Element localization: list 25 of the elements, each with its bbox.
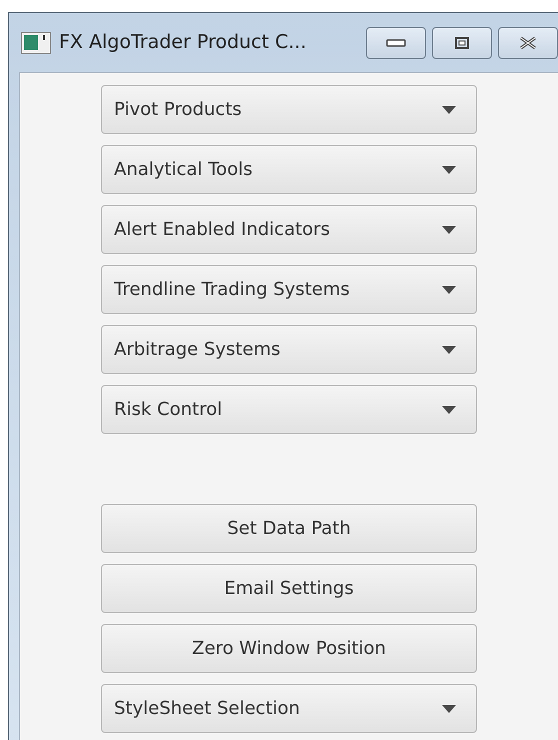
dropdown[interactable]: Alert Enabled Indicators — [101, 205, 477, 254]
caret-icon — [442, 286, 456, 294]
action-button[interactable]: Email Settings — [101, 564, 477, 613]
dropdown[interactable]: Arbitrage Systems — [101, 325, 477, 374]
caret-icon — [442, 406, 456, 414]
close-button[interactable] — [498, 26, 558, 58]
caret-icon — [442, 166, 456, 174]
dropdown[interactable]: Trendline Trading Systems — [101, 265, 477, 314]
window-title: FX AlgoTrader Product C... — [59, 30, 306, 56]
minimize-button[interactable] — [366, 26, 426, 58]
maximize-icon — [455, 36, 469, 48]
minimize-icon — [386, 38, 406, 46]
close-icon — [518, 36, 538, 50]
caret-icon — [442, 704, 456, 712]
dropdown[interactable]: StyleSheet Selection — [101, 684, 477, 733]
dropdown[interactable]: Pivot Products — [101, 85, 477, 134]
maximize-button[interactable] — [432, 26, 492, 58]
action-button[interactable]: Zero Window Position — [101, 624, 477, 673]
caret-icon — [442, 226, 456, 234]
caret-icon — [442, 346, 456, 354]
app-icon — [21, 32, 51, 54]
dropdown[interactable]: Risk Control — [101, 385, 477, 434]
dropdown[interactable]: Analytical Tools — [101, 145, 477, 194]
caret-icon — [442, 106, 456, 114]
action-button[interactable]: Set Data Path — [101, 504, 477, 553]
